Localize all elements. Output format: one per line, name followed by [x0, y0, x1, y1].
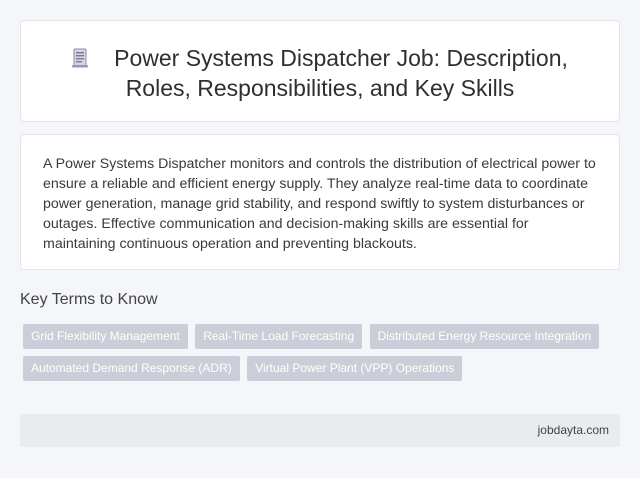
tag-virtual-power-plant-operations[interactable]: Virtual Power Plant (VPP) Operations [247, 356, 463, 381]
title-card: Power Systems Dispatcher Job: Descriptio… [20, 20, 620, 122]
key-terms-heading: Key Terms to Know [20, 291, 158, 308]
title-line-2: Roles, Responsibilities, and Key Skills [125, 75, 515, 101]
key-terms-tags: Grid Flexibility Management Real-Time Lo… [23, 324, 603, 388]
tag-distributed-energy-resource-integration[interactable]: Distributed Energy Resource Integration [369, 324, 600, 349]
description-card: A Power Systems Dispatcher monitors and … [20, 134, 620, 270]
footer: jobdayta.com [20, 414, 620, 447]
tag-real-time-load-forecasting[interactable]: Real-Time Load Forecasting [195, 324, 363, 349]
tag-automated-demand-response[interactable]: Automated Demand Response (ADR) [23, 356, 240, 381]
tag-grid-flexibility-management[interactable]: Grid Flexibility Management [23, 324, 188, 349]
title-line-1: Power Systems Dispatcher Job: Descriptio… [114, 45, 568, 71]
page-title: Power Systems Dispatcher Job: Descriptio… [21, 43, 619, 103]
footer-site-link[interactable]: jobdayta.com [538, 423, 609, 437]
document-icon [72, 48, 89, 68]
job-description: A Power Systems Dispatcher monitors and … [43, 156, 596, 252]
